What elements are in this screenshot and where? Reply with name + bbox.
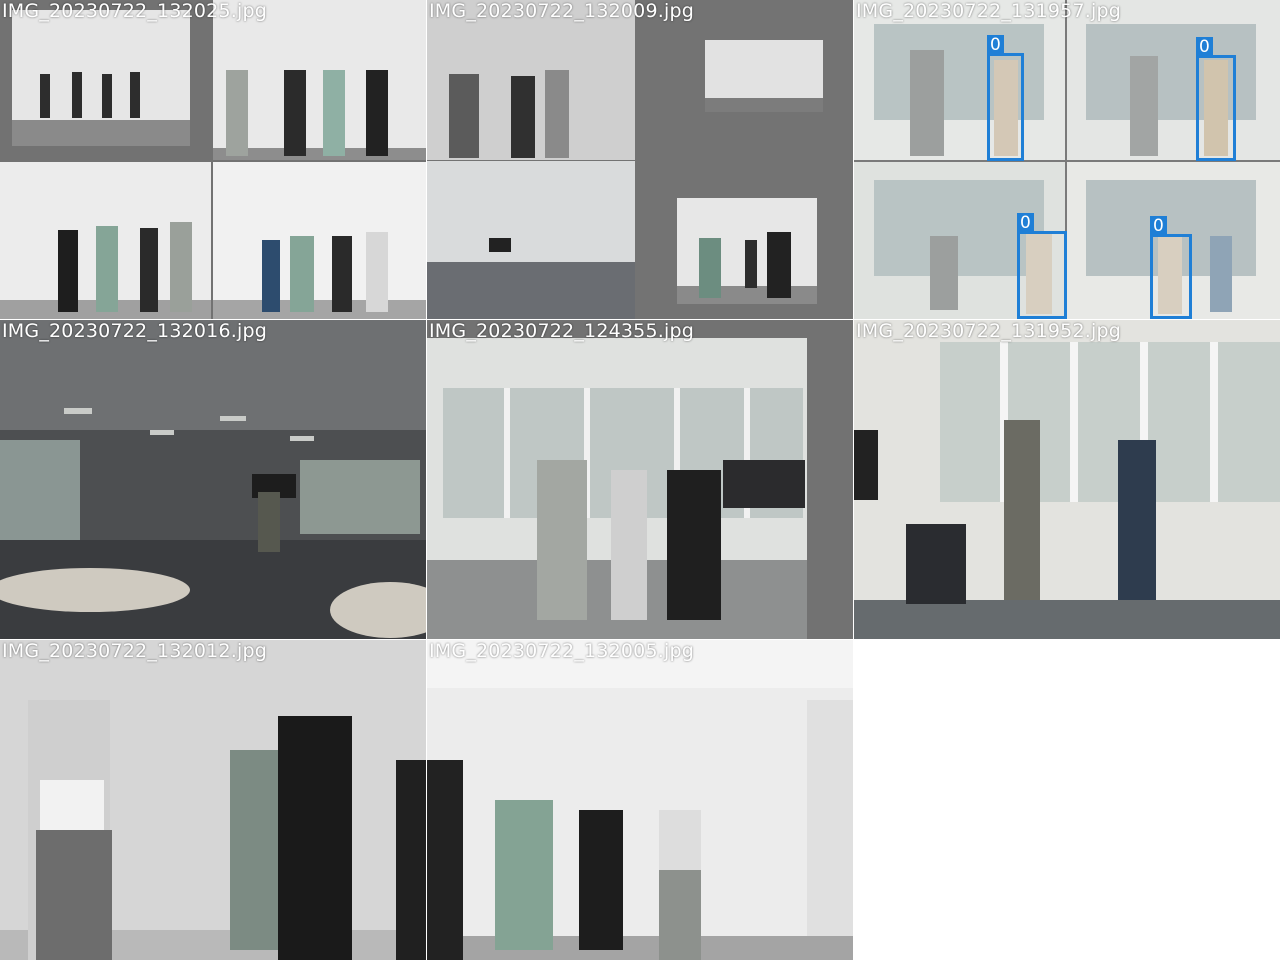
- tile-image: [427, 320, 853, 639]
- mosaic-tile: IMG_20230722_132016.jpg: [0, 320, 426, 639]
- tile-filename: IMG_20230722_124355.jpg: [429, 320, 694, 342]
- tile-filename: IMG_20230722_132016.jpg: [2, 320, 267, 342]
- detection-class-label: 0: [987, 35, 1004, 55]
- tile-image: [0, 0, 426, 319]
- detection-box: 0: [987, 35, 1024, 161]
- image-mosaic: IMG_20230722_132025.jpg IMG_20230722_132…: [0, 0, 1280, 960]
- mosaic-tile: IMG_20230722_132012.jpg: [0, 640, 426, 960]
- mosaic-tile: IMG_20230722_132005.jpg: [427, 640, 853, 960]
- mosaic-tile: IMG_20230722_132025.jpg: [0, 0, 426, 319]
- tile-image: [0, 320, 426, 639]
- mosaic-tile: IMG_20230722_131952.jpg: [854, 320, 1280, 639]
- tile-filename: IMG_20230722_132009.jpg: [429, 0, 694, 22]
- tile-filename: IMG_20230722_132005.jpg: [429, 640, 694, 662]
- detection-box: 0: [1196, 37, 1236, 161]
- detection-box: 0: [1150, 216, 1192, 319]
- tile-filename: IMG_20230722_131952.jpg: [856, 320, 1121, 342]
- detection-box: 0: [1017, 213, 1067, 319]
- tile-image: [854, 320, 1280, 639]
- mosaic-tile: IMG_20230722_132009.jpg: [427, 0, 853, 319]
- mosaic-tile: IMG_20230722_124355.jpg: [427, 320, 853, 639]
- detection-class-label: 0: [1150, 216, 1167, 236]
- detection-class-label: 0: [1196, 37, 1213, 57]
- mosaic-tile: 0 0 0 0 IMG_20230722_131957.jpg: [854, 0, 1280, 319]
- tile-image: [427, 0, 853, 319]
- tile-image: [0, 640, 426, 960]
- tile-image: [427, 640, 853, 960]
- detection-class-label: 0: [1017, 213, 1034, 233]
- tile-filename: IMG_20230722_132012.jpg: [2, 640, 267, 662]
- tile-filename: IMG_20230722_131957.jpg: [856, 0, 1121, 22]
- tile-filename: IMG_20230722_132025.jpg: [2, 0, 267, 22]
